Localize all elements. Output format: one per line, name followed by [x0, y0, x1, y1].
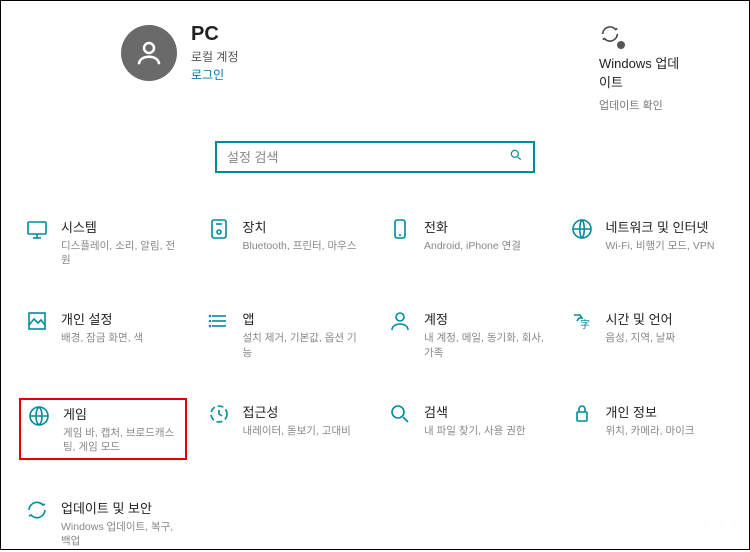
tile-title: 개인 정보 — [606, 402, 695, 421]
tile-title: 전화 — [424, 217, 521, 236]
tile-title: 게임 — [63, 404, 181, 423]
search-box[interactable] — [215, 141, 535, 173]
tile-privacy[interactable]: 개인 정보위치, 카메라, 마이크 — [564, 398, 732, 460]
tile-phone[interactable]: 전화 Android, iPhone 연결 — [382, 213, 550, 271]
login-link[interactable]: 로그인 — [191, 66, 239, 83]
tile-desc: Bluetooth, 프린터, 마우스 — [243, 239, 357, 253]
search-icon — [386, 402, 414, 430]
update-sub: 업데이트 확인 — [599, 97, 689, 113]
tile-desc: 내 계정, 메일, 동기화, 회사, 가족 — [424, 331, 546, 359]
display-icon — [23, 217, 51, 245]
windows-update-tile[interactable]: Windows 업데이트 업데이트 확인 — [599, 23, 689, 113]
tile-title: 검색 — [424, 402, 526, 421]
tile-desc: 내 파일 찾기, 사용 권한 — [424, 424, 526, 438]
tile-title: 계정 — [424, 309, 546, 328]
tile-network[interactable]: 네트워크 및 인터넷 Wi-Fi, 비행기 모드, VPN — [564, 213, 732, 271]
watermark: 인포탑 — [678, 511, 739, 543]
account-section: PC 로컬 계정 로그인 — [121, 23, 239, 83]
sync-icon — [599, 23, 623, 47]
tile-desc: Wi-Fi, 비행기 모드, VPN — [606, 239, 715, 253]
phone-icon — [386, 217, 414, 245]
devices-icon — [205, 217, 233, 245]
tile-title: 시스템 — [61, 217, 183, 236]
tile-title: 개인 설정 — [61, 309, 143, 328]
tile-search[interactable]: 검색내 파일 찾기, 사용 권한 — [382, 398, 550, 460]
lock-icon — [568, 402, 596, 430]
account-name: PC — [191, 23, 239, 46]
svg-text:字: 字 — [580, 318, 590, 331]
tile-desc: 배경, 잠금 화면, 색 — [61, 331, 143, 345]
apps-list-icon — [205, 309, 233, 337]
tile-desc: 위치, 카메라, 마이크 — [606, 424, 695, 438]
tile-accessibility[interactable]: 접근성내레이터, 돋보기, 고대비 — [201, 398, 369, 460]
accessibility-icon — [205, 402, 233, 430]
tile-gaming[interactable]: 게임게임 바, 캡처, 브로드캐스팅, 게임 모드 — [19, 398, 187, 460]
tile-desc: 게임 바, 캡처, 브로드캐스팅, 게임 모드 — [63, 426, 181, 454]
account-type: 로컬 계정 — [191, 48, 239, 65]
tile-title: 접근성 — [243, 402, 351, 421]
tile-system[interactable]: 시스템디스플레이, 소리, 알림, 전원 — [19, 213, 187, 271]
update-title: Windows 업데이트 — [599, 53, 689, 91]
tile-title: 시간 및 언어 — [606, 309, 676, 328]
tile-personalization[interactable]: 개인 설정배경, 잠금 화면, 색 — [19, 305, 187, 363]
search-icon — [509, 148, 523, 167]
tile-title: 네트워크 및 인터넷 — [606, 217, 715, 236]
tile-desc: 설치 제거, 기본값, 옵션 기능 — [243, 331, 365, 359]
sync-icon — [23, 498, 51, 526]
personalization-icon — [23, 309, 51, 337]
tile-update-security[interactable]: 업데이트 및 보안 Windows 업데이트, 복구, 백업 — [19, 494, 187, 552]
globe-icon — [568, 217, 596, 245]
search-input[interactable] — [227, 150, 501, 165]
tile-time-language[interactable]: 字 시간 및 언어음성, 지역, 날짜 — [564, 305, 732, 363]
tile-apps[interactable]: 앱설치 제거, 기본값, 옵션 기능 — [201, 305, 369, 363]
tile-devices[interactable]: 장치 Bluetooth, 프린터, 마우스 — [201, 213, 369, 271]
user-icon — [134, 38, 164, 68]
tile-desc: 디스플레이, 소리, 알림, 전원 — [61, 239, 183, 267]
tile-title: 앱 — [243, 309, 365, 328]
tile-accounts[interactable]: 계정내 계정, 메일, 동기화, 회사, 가족 — [382, 305, 550, 363]
xbox-icon — [25, 404, 53, 432]
tile-title: 장치 — [243, 217, 357, 236]
tile-desc: 음성, 지역, 날짜 — [606, 331, 676, 345]
language-icon: 字 — [568, 309, 596, 337]
tile-desc: 내레이터, 돋보기, 고대비 — [243, 424, 351, 438]
tile-desc: Windows 업데이트, 복구, 백업 — [61, 520, 183, 548]
account-icon — [386, 309, 414, 337]
tile-desc: Android, iPhone 연결 — [424, 239, 521, 253]
avatar — [121, 25, 177, 81]
tile-title: 업데이트 및 보안 — [61, 498, 183, 517]
